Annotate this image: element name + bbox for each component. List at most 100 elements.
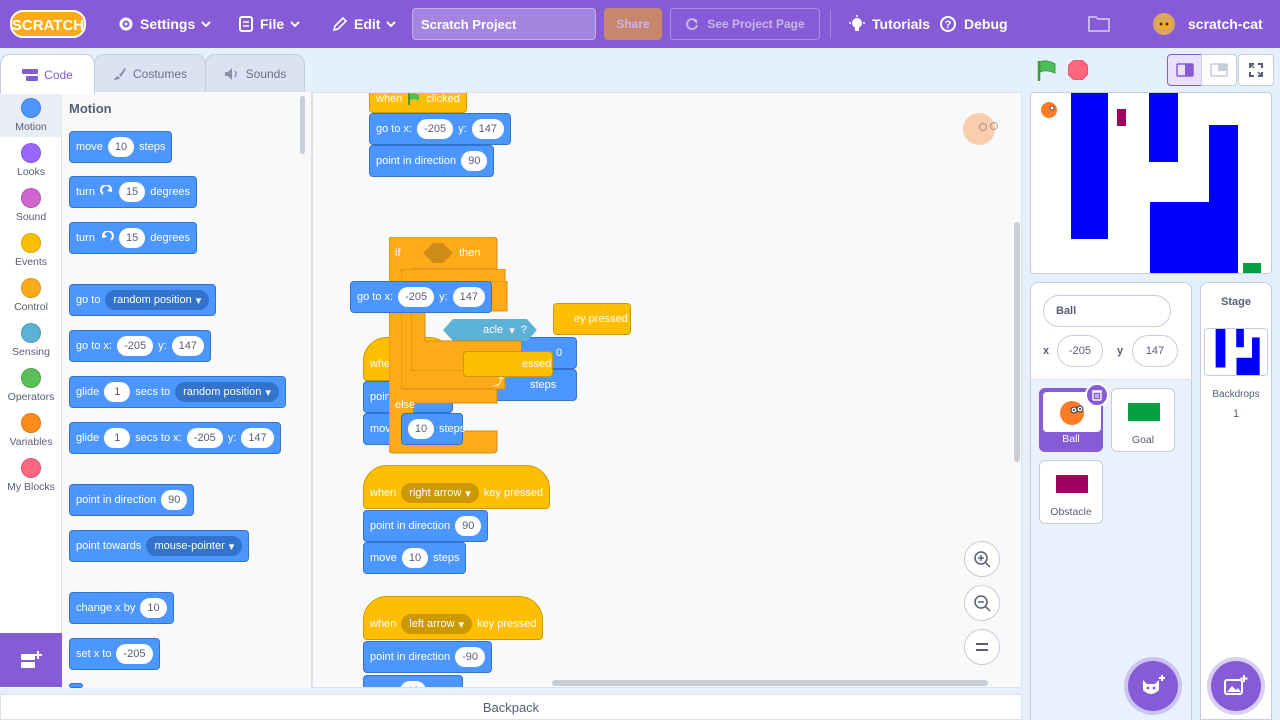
- tab-costumes[interactable]: Costumes: [94, 54, 206, 92]
- category-looks[interactable]: Looks: [0, 137, 62, 182]
- direction-input[interactable]: 90: [455, 516, 482, 536]
- key-dropdown[interactable]: right arrow ▾: [401, 483, 479, 503]
- x-input[interactable]: -205: [417, 119, 454, 139]
- category-variables[interactable]: Variables: [0, 407, 62, 452]
- move-steps-block[interactable]: move 10 steps: [69, 131, 173, 163]
- change-y-block-partial[interactable]: [69, 683, 83, 688]
- steps-input[interactable]: 10: [401, 548, 429, 568]
- degrees-input[interactable]: 15: [118, 182, 146, 202]
- point-in-direction-block[interactable]: point in direction 90: [369, 145, 495, 177]
- y-input[interactable]: 147: [471, 119, 505, 139]
- category-events[interactable]: Events: [0, 227, 62, 272]
- secs-input[interactable]: 1: [104, 382, 131, 402]
- point-in-direction-block[interactable]: point in direction 90: [363, 510, 489, 542]
- set-x-block[interactable]: set x to -205: [69, 638, 160, 670]
- file-menu[interactable]: File: [238, 0, 306, 48]
- x-input[interactable]: -205: [117, 336, 154, 356]
- share-button[interactable]: Share: [604, 8, 662, 40]
- zoom-reset-button[interactable]: [964, 629, 1000, 665]
- key-pressed-block-partial[interactable]: ey pressed: [553, 303, 631, 335]
- category-control[interactable]: Control: [0, 272, 62, 317]
- see-project-page-button[interactable]: See Project Page: [670, 8, 820, 40]
- target-dropdown[interactable]: random position ▾: [105, 290, 210, 310]
- settings-menu[interactable]: Settings: [118, 0, 217, 48]
- steps-input[interactable]: 10: [107, 137, 135, 157]
- tab-sounds[interactable]: Sounds: [205, 54, 305, 92]
- scratch-logo[interactable]: SCRATCH: [10, 9, 86, 39]
- small-stage-button[interactable]: [1167, 54, 1203, 86]
- sprite-x-input[interactable]: [1057, 335, 1103, 367]
- move-steps-block[interactable]: move 10 steps: [363, 542, 467, 574]
- steps-input[interactable]: 10: [408, 419, 434, 439]
- point-towards-block[interactable]: point towards mouse-pointer ▾: [69, 530, 250, 562]
- sprite-card-goal[interactable]: Goal: [1111, 388, 1175, 452]
- target-dropdown[interactable]: mouse-pointer ▾: [146, 536, 243, 556]
- glide-to-xy-block[interactable]: glide 1 secs to x: -205 y: 147: [69, 422, 281, 454]
- y-input[interactable]: 147: [171, 336, 205, 356]
- edit-menu[interactable]: Edit: [332, 0, 402, 48]
- point-in-direction-block[interactable]: point in direction -90: [363, 641, 493, 673]
- go-to-block[interactable]: go to random position ▾: [69, 284, 217, 316]
- tab-code[interactable]: Code: [0, 54, 95, 94]
- go-to-xy-floating-block[interactable]: go to x: -205 y: 147: [350, 281, 493, 313]
- zoom-out-button[interactable]: [964, 585, 1000, 621]
- direction-input[interactable]: 90: [461, 151, 488, 171]
- large-stage-button[interactable]: [1201, 54, 1237, 86]
- category-operators[interactable]: Operators: [0, 362, 62, 407]
- backdrop-thumbnail[interactable]: [1204, 328, 1268, 376]
- x-input[interactable]: -205: [186, 428, 223, 448]
- go-to-xy-block[interactable]: go to x: -205 y: 147: [69, 330, 212, 362]
- direction-input[interactable]: 90: [161, 490, 188, 510]
- turn-right-block[interactable]: turn 15 degrees: [69, 176, 197, 208]
- move-steps-block-partial[interactable]: 10: [363, 675, 463, 687]
- x-input[interactable]: -205: [398, 287, 435, 307]
- x-input[interactable]: 10: [140, 598, 167, 618]
- sprite-card-obstacle[interactable]: Obstacle: [1039, 460, 1103, 524]
- account-menu[interactable]: scratch-cat: [1152, 0, 1263, 48]
- go-to-xy-block[interactable]: go to x: -205 y: 147: [369, 113, 512, 145]
- folder-icon[interactable]: [1088, 14, 1110, 32]
- turn-left-block[interactable]: turn 15 degrees: [69, 222, 197, 254]
- direction-input[interactable]: -90: [455, 647, 486, 667]
- when-key-pressed-hat[interactable]: when right arrow ▾ key pressed: [363, 465, 551, 509]
- category-sensing[interactable]: Sensing: [0, 317, 62, 362]
- x-input[interactable]: -205: [116, 644, 153, 664]
- add-extension-button[interactable]: [0, 633, 62, 687]
- green-flag-button[interactable]: [1036, 60, 1058, 82]
- script-horizontal-scrollbar[interactable]: [552, 680, 988, 686]
- when-key-pressed-hat[interactable]: when left arrow ▾ key pressed: [363, 596, 544, 640]
- tutorials-button[interactable]: Tutorials: [848, 0, 930, 48]
- change-x-block[interactable]: change x by 10: [69, 592, 174, 624]
- operators-color-dot: [21, 368, 41, 388]
- palette-scrollbar[interactable]: [300, 96, 305, 154]
- y-input[interactable]: 147: [241, 428, 274, 448]
- choose-sprite-button[interactable]: [1128, 661, 1178, 711]
- steps-input[interactable]: 10: [400, 681, 427, 687]
- stage-canvas[interactable]: [1030, 92, 1272, 274]
- script-vertical-scrollbar[interactable]: [1014, 222, 1020, 462]
- move-steps-nested-block[interactable]: 10 steps: [401, 413, 465, 445]
- project-title-input[interactable]: [412, 8, 596, 40]
- degrees-input[interactable]: 15: [118, 228, 146, 248]
- target-dropdown[interactable]: random position ▾: [175, 382, 279, 402]
- sprite-y-input[interactable]: [1132, 335, 1178, 367]
- key-dropdown[interactable]: left arrow ▾: [401, 614, 473, 634]
- choose-backdrop-button[interactable]: [1211, 661, 1261, 711]
- category-my-blocks[interactable]: My Blocks: [0, 452, 62, 497]
- sprite-name-input[interactable]: [1043, 295, 1171, 327]
- secs-input[interactable]: 1: [104, 428, 131, 448]
- category-motion[interactable]: Motion: [0, 92, 62, 137]
- point-in-direction-block[interactable]: point in direction 90: [69, 484, 195, 516]
- if-label: if: [395, 247, 401, 259]
- delete-sprite-button[interactable]: [1085, 383, 1109, 407]
- debug-button[interactable]: ? Debug: [938, 0, 1008, 48]
- fullscreen-button[interactable]: [1238, 54, 1274, 86]
- y-input[interactable]: 147: [452, 287, 486, 307]
- glide-to-block[interactable]: glide 1 secs to random position ▾: [69, 376, 286, 408]
- zoom-in-button[interactable]: [964, 541, 1000, 577]
- category-sound[interactable]: Sound: [0, 182, 62, 227]
- when-flag-clicked-hat[interactable]: when clicked: [369, 93, 467, 113]
- stop-button[interactable]: [1068, 60, 1088, 80]
- script-area[interactable]: when clicked go to x: -205 y: 147 point in d…: [312, 92, 1022, 688]
- backpack-bar[interactable]: Backpack: [0, 694, 1022, 720]
